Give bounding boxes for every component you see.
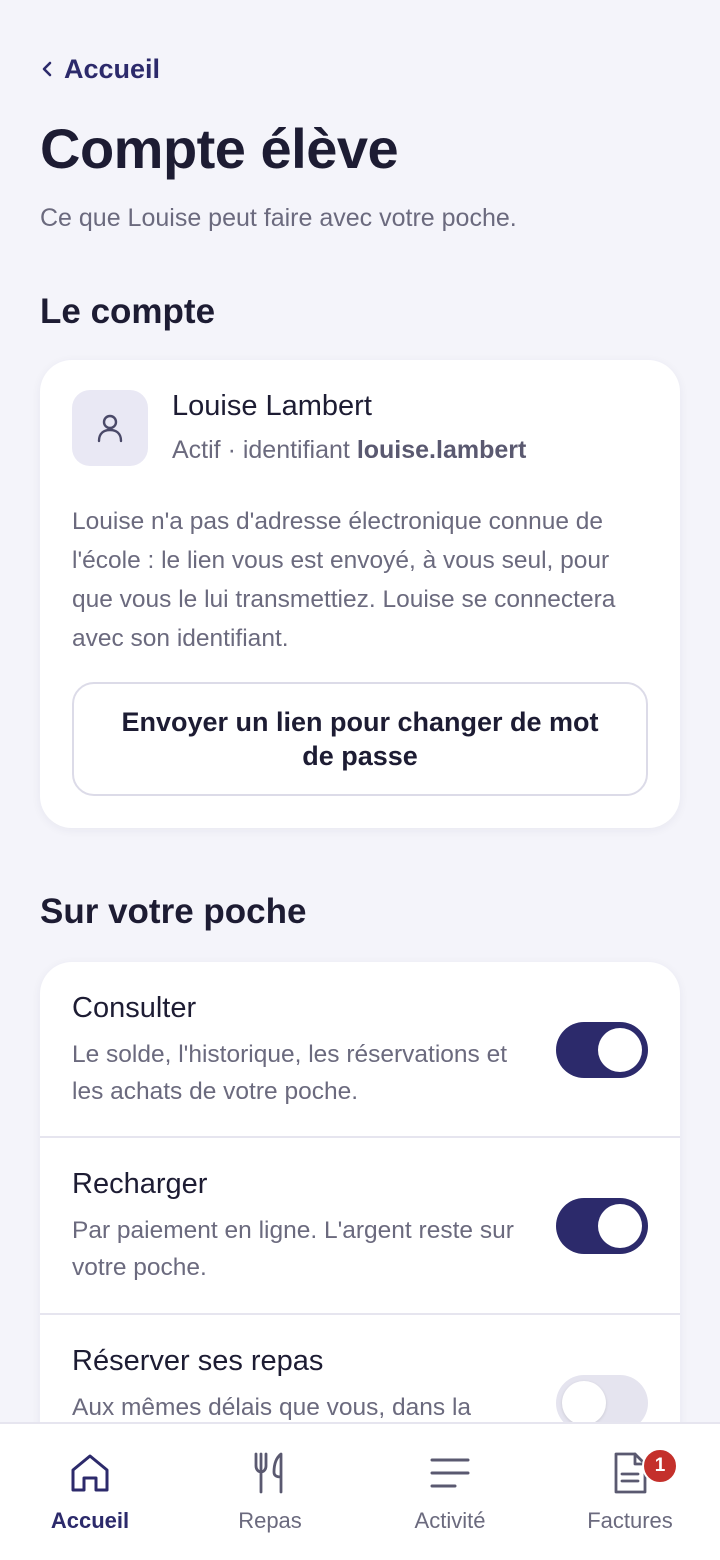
nav-item-accueil[interactable]: Accueil [0,1424,180,1560]
nav-item-factures[interactable]: 1 Factures [540,1424,720,1560]
home-icon [71,1454,109,1492]
student-status-prefix: Actif · identifiant [172,436,357,464]
page-subtitle: Ce que Louise peut faire avec votre poch… [40,204,517,232]
back-link-label: Accueil [64,53,161,84]
permission-description: Aux mêmes délais que vous, dans la [72,1394,472,1421]
student-username: louise.lambert [356,436,527,464]
utensils-icon [254,1452,283,1494]
student-name: Louise Lambert [172,390,372,422]
permission-row-recharger: Recharger Par paiement en ligne. L'argen… [40,1136,680,1314]
toggle-knob [598,1028,642,1072]
page-title: Compte élève [40,117,399,180]
toggle-knob [598,1204,642,1248]
permission-label: Consulter [72,992,197,1024]
permission-label: Réserver ses repas [72,1345,324,1377]
bottom-nav: Accueil Repas Activité 1 Factures [0,1422,720,1560]
activity-lines-icon [430,1458,470,1488]
screen: Accueil Compte élève Ce que Louise peut … [0,0,720,1560]
toggle-consulter[interactable] [556,1022,648,1078]
toggle-knob [562,1381,606,1425]
account-card: Louise Lambert Actif · identifiant louis… [40,360,680,828]
section-heading-account: Le compte [40,292,216,331]
permission-label: Recharger [72,1168,208,1200]
toggle-recharger[interactable] [556,1198,648,1254]
permission-description: Le solde, l'historique, les réservations… [72,1041,508,1105]
back-link[interactable]: Accueil [40,50,160,88]
user-icon [97,414,123,443]
nav-item-activite[interactable]: Activité [360,1424,540,1560]
send-password-reset-link-button[interactable]: Envoyer un lien pour changer de mot de p… [72,682,648,796]
account-note: Louise n'a pas d'adresse électronique co… [72,508,616,652]
nav-label: Factures [587,1508,673,1533]
notification-badge: 1 [642,1448,678,1484]
nav-label: Accueil [50,1508,130,1533]
chevron-left-icon [42,61,52,77]
nav-label: Activité [414,1508,486,1533]
nav-label: Repas [238,1508,302,1533]
student-status: Actif · identifiant louise.lambert [172,436,526,465]
permission-row-consulter: Consulter Le solde, l'historique, les ré… [40,962,680,1138]
section-heading-permissions: Sur votre poche [40,892,307,931]
avatar [72,390,148,466]
permission-description: Par paiement en ligne. L'argent reste su… [72,1217,514,1281]
nav-item-repas[interactable]: Repas [180,1424,360,1560]
